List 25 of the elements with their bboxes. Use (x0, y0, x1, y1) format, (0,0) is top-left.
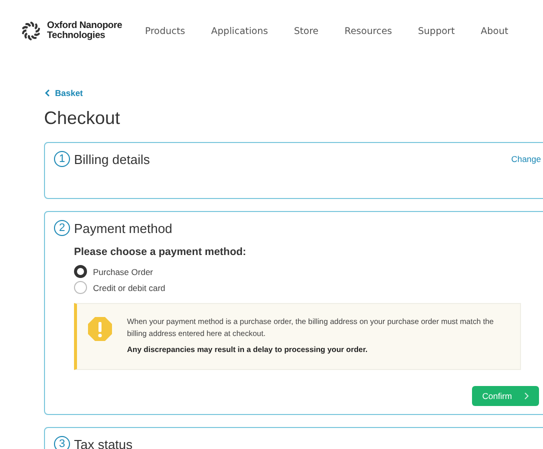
warning-icon (87, 316, 113, 342)
nav-link[interactable]: Resources (344, 26, 392, 36)
radio-button[interactable] (74, 281, 87, 294)
back-link[interactable]: Basket (44, 88, 83, 98)
step-number: 3 (54, 436, 70, 449)
nav-link[interactable]: Support (418, 26, 455, 36)
step-title: Billing details (74, 152, 150, 166)
logo-text[interactable]: Oxford Nanopore Technologies (47, 21, 133, 41)
chevron-icon (524, 392, 529, 400)
step-title: Payment method (74, 220, 172, 236)
nav-link[interactable]: About (480, 26, 508, 36)
step-number: 2 (54, 220, 70, 236)
back-chevron-icon[interactable] (44, 89, 50, 97)
nav-link[interactable]: Products (145, 26, 186, 36)
step-number: 1 (54, 151, 70, 167)
payment-prompt: Please choose a payment method: (74, 246, 248, 258)
radio-button[interactable] (74, 265, 87, 278)
radio-option[interactable]: Credit or debit card (74, 281, 166, 294)
page-title: Checkout (44, 108, 122, 129)
step-title: Tax status (74, 436, 133, 449)
logo-icon[interactable] (20, 20, 42, 42)
radio-option[interactable]: Purchase Order (74, 265, 153, 278)
nav-link[interactable]: Store (294, 26, 319, 36)
nav-link[interactable]: Applications (211, 26, 268, 36)
change-link[interactable]: Change (511, 154, 541, 164)
